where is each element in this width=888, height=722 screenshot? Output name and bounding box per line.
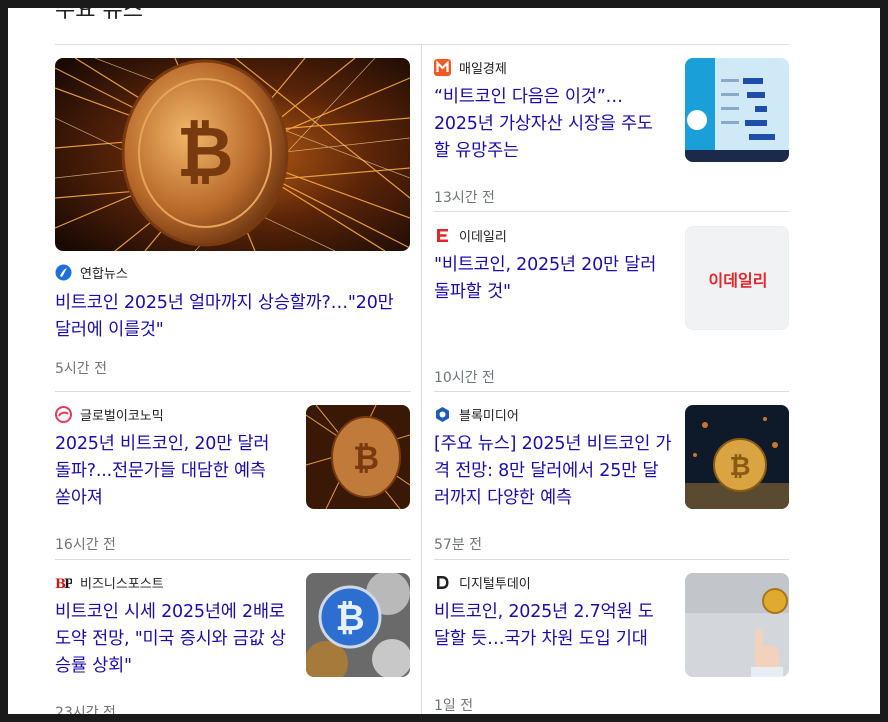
article-thumbnail[interactable]: ₿ [55, 58, 410, 251]
article-thumbnail[interactable]: ₿ [685, 405, 789, 509]
article-source[interactable]: BP 비즈니스포스트 [55, 573, 164, 592]
article-headline[interactable]: 비트코인 시세 2025년에 2배로 도약 전망, "미국 증시와 금값 상승률… [55, 599, 295, 680]
news-card[interactable]: BP 비즈니스포스트 비트코인 시세 2025년에 2배로 도약 전망, "미국… [55, 573, 411, 714]
article-thumbnail[interactable] [685, 58, 789, 162]
svg-text:₿: ₿ [176, 111, 233, 193]
svg-text:P: P [64, 577, 72, 591]
article-time: 10시간 전 [434, 370, 495, 386]
news-card[interactable]: 글로벌이코노믹 2025년 비트코인, 20만 달러 돌파?...전문가들 대담… [55, 405, 411, 555]
article-time: 1일 전 [434, 698, 474, 714]
article-headline[interactable]: 비트코인, 2025년 2.7억원 도달할 듯…국가 차원 도입 기대 [434, 599, 664, 653]
edaily-icon [434, 227, 451, 244]
article-source[interactable]: 블록미디어 [434, 405, 519, 424]
article-time: 13시간 전 [434, 190, 495, 206]
maeil-icon [434, 59, 451, 76]
article-thumbnail[interactable]: ₿ [306, 405, 410, 509]
article-source[interactable]: 이데일리 [434, 226, 507, 245]
article-headline[interactable]: [주요 뉴스] 2025년 비트코인 가격 전망: 8만 달러에서 25만 달러… [434, 431, 674, 512]
article-source[interactable]: 디지털투데이 [434, 573, 531, 592]
article-headline[interactable]: 비트코인 2025년 얼마까지 상승할까?…"20만달러에 이를것" [55, 290, 405, 344]
news-card[interactable]: 이데일리 "비트코인, 2025년 20만 달러 돌파할 것" 10시간 전 이… [434, 226, 789, 386]
article-time: 16시간 전 [55, 537, 116, 553]
yonhap-icon [55, 264, 72, 281]
divider [434, 559, 789, 560]
source-name: 디지털투데이 [459, 577, 531, 592]
divider [55, 44, 789, 45]
svg-text:₿: ₿ [729, 452, 750, 482]
section-title: 주요 뉴스 [55, 8, 143, 23]
news-card[interactable]: 매일경제 “비트코인 다음은 이것”… 2025년 가상자산 시장을 주도할 유… [434, 58, 789, 208]
scrollbar[interactable] [880, 8, 888, 714]
digitaltoday-icon [434, 574, 451, 591]
news-card-featured[interactable]: ₿ 연합뉴스 비트코인 2025년 얼마까지 상승할까?…"20만달러에 이를것… [55, 58, 411, 388]
article-time: 57분 전 [434, 537, 483, 553]
thumbnail-caption: 이데일리 [708, 271, 768, 290]
article-headline[interactable]: "비트코인, 2025년 20만 달러 돌파할 것" [434, 252, 664, 306]
article-thumbnail[interactable] [685, 573, 789, 677]
businesspost-icon: BP [55, 574, 72, 591]
article-time: 5시간 전 [55, 361, 107, 377]
divider [55, 559, 411, 560]
column-divider [421, 45, 422, 714]
article-headline[interactable]: 2025년 비트코인, 20만 달러 돌파?...전문가들 대담한 예측 쏟아져 [55, 431, 285, 512]
source-name: 비즈니스포스트 [80, 577, 164, 592]
svg-text:₿: ₿ [335, 598, 364, 639]
article-source[interactable]: 매일경제 [434, 58, 507, 77]
divider [434, 211, 789, 212]
article-source[interactable]: 연합뉴스 [55, 263, 128, 282]
article-time: 23시간 전 [55, 705, 116, 714]
article-source[interactable]: 글로벌이코노믹 [55, 405, 164, 424]
divider [434, 391, 789, 392]
article-thumbnail[interactable]: ₿ [306, 573, 410, 677]
news-card[interactable]: 블록미디어 [주요 뉴스] 2025년 비트코인 가격 전망: 8만 달러에서 … [434, 405, 789, 555]
divider [55, 391, 411, 392]
source-name: 이데일리 [459, 230, 507, 245]
source-name: 매일경제 [459, 62, 507, 77]
news-card[interactable]: 디지털투데이 비트코인, 2025년 2.7억원 도달할 듯…국가 차원 도입 … [434, 573, 789, 714]
article-thumbnail[interactable]: 이데일리 [685, 226, 789, 330]
svg-text:₿: ₿ [353, 439, 379, 477]
news-panel: 주요 뉴스 ₿ 연합뉴스 비트코인 2025년 얼마까지 상승할까?…"20만달… [8, 8, 880, 714]
source-name: 연합뉴스 [80, 267, 128, 282]
globaleconomic-icon [55, 406, 72, 423]
blockmedia-icon [434, 406, 451, 423]
source-name: 글로벌이코노믹 [80, 409, 164, 424]
article-headline[interactable]: “비트코인 다음은 이것”… 2025년 가상자산 시장을 주도할 유망주는 [434, 84, 664, 165]
source-name: 블록미디어 [459, 409, 519, 424]
